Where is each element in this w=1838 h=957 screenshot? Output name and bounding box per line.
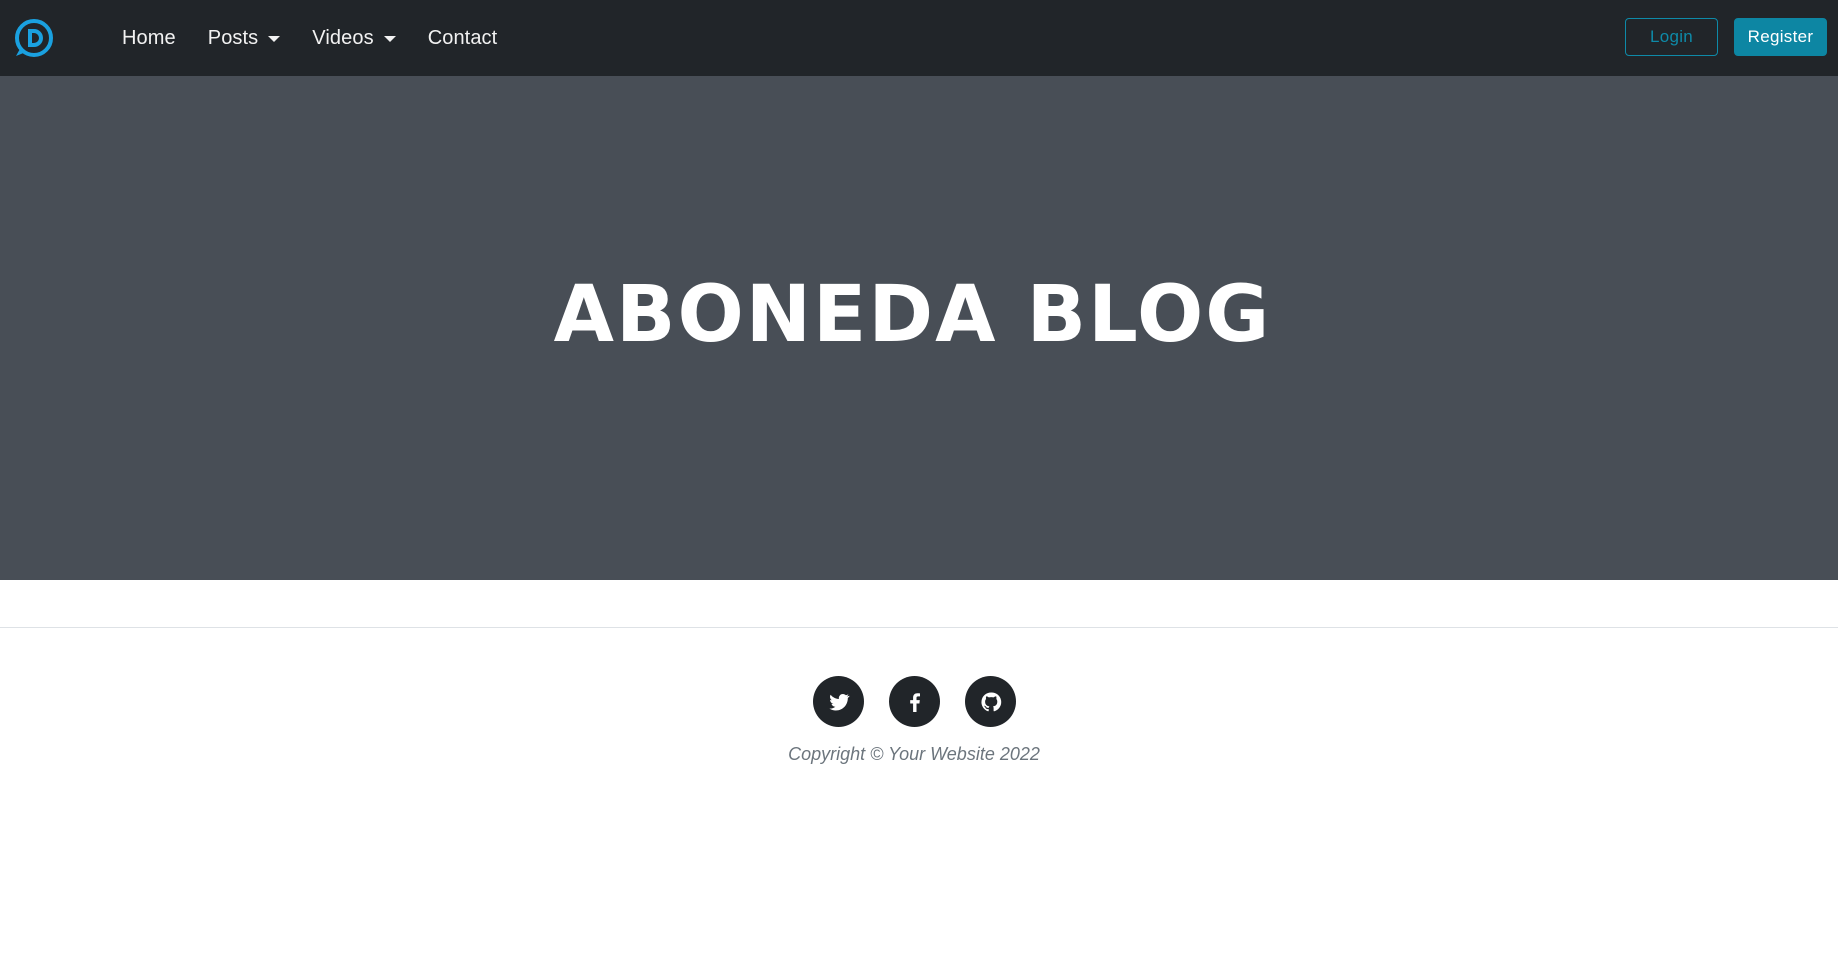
disqus-logo-icon [15, 19, 53, 57]
brand-logo-link[interactable] [12, 17, 54, 59]
facebook-link[interactable] [889, 676, 940, 727]
nav-home-label: Home [122, 26, 176, 49]
nav-contact-label: Contact [427, 26, 498, 49]
nav-links: Home Posts Videos Contact [122, 0, 529, 76]
footer-divider [0, 627, 1838, 628]
nav-posts-dropdown[interactable]: Posts [208, 27, 281, 50]
caret-down-icon [383, 36, 396, 42]
top-navbar: Home Posts Videos Contact Login Register [0, 0, 1838, 76]
nav-videos-label: Videos [312, 26, 374, 49]
nav-home[interactable]: Home [122, 27, 176, 50]
register-button[interactable]: Register [1734, 18, 1827, 56]
caret-down-icon [268, 36, 281, 42]
copyright-text: Copyright © Your Website 2022 [788, 744, 1040, 764]
facebook-icon [909, 692, 920, 712]
twitter-link[interactable] [813, 676, 864, 727]
hero-title: ABONEDA BLOG [553, 270, 1272, 360]
nav-posts-label: Posts [207, 26, 259, 49]
github-link[interactable] [965, 676, 1016, 727]
social-links [813, 676, 1016, 727]
nav-videos-dropdown[interactable]: Videos [312, 26, 396, 50]
twitter-icon [828, 693, 850, 710]
login-button[interactable]: Login [1625, 18, 1718, 56]
nav-contact[interactable]: Contact [428, 27, 498, 50]
github-icon [980, 691, 1001, 711]
